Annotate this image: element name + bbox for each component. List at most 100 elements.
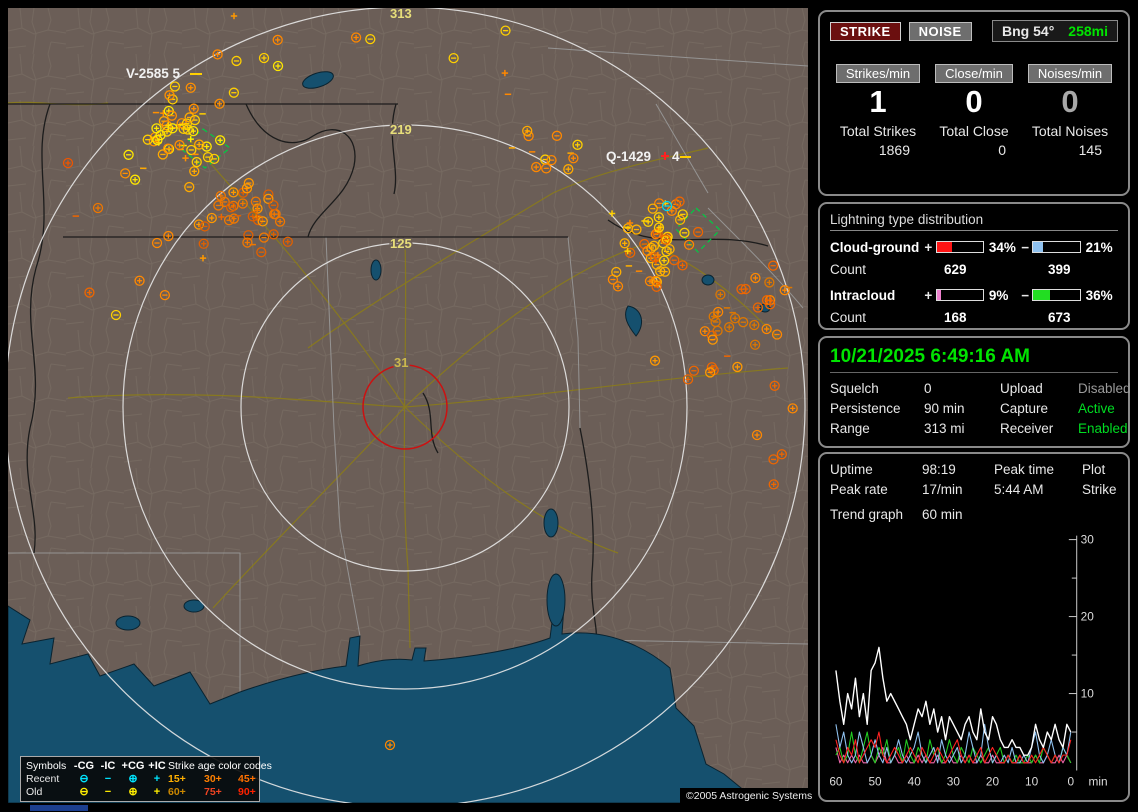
receiver-label: Receiver bbox=[1000, 421, 1078, 436]
svg-text:60: 60 bbox=[830, 774, 843, 788]
peak-time-label: Peak time bbox=[994, 462, 1082, 477]
recent-pos-cg-icon: ⊕ bbox=[120, 774, 146, 785]
old-neg-ic-icon: − bbox=[96, 787, 120, 798]
recent-neg-cg-icon: ⊖ bbox=[72, 774, 96, 785]
strike-legend: Symbols -CG -IC +CG +IC Strike age color… bbox=[20, 756, 260, 802]
svg-text:10: 10 bbox=[1025, 774, 1039, 788]
recent-neg-ic-icon: − bbox=[96, 774, 120, 785]
persistence-value: 90 min bbox=[924, 401, 1000, 416]
noise-mode-button[interactable]: NOISE bbox=[909, 22, 972, 41]
bearing-value: Bng 54° bbox=[1002, 23, 1054, 39]
plus-sign: + bbox=[924, 240, 935, 255]
plot-value: Strike bbox=[1082, 482, 1118, 497]
intracloud-label: Intracloud bbox=[830, 288, 924, 303]
copyright-label: ©2005 Astrogenic Systems bbox=[680, 788, 818, 804]
lightning-map[interactable]: 313 219 125 31 V-2585 5 Q-1429 4 Symbols… bbox=[8, 8, 808, 803]
ring-label-313: 313 bbox=[390, 8, 412, 21]
range-value: 258mi bbox=[1068, 23, 1108, 39]
age-30: 30+ bbox=[204, 774, 238, 785]
ic-positive-bar bbox=[936, 289, 984, 301]
svg-text:40: 40 bbox=[908, 774, 922, 788]
cell-label-v2585: V-2585 5 bbox=[126, 66, 181, 81]
cg-positive-count: 629 bbox=[932, 262, 1036, 277]
ic-positive-pct: 9% bbox=[984, 288, 1021, 303]
range-setting-value: 313 mi bbox=[924, 421, 1000, 436]
legend-old-label: Old bbox=[26, 787, 72, 798]
plus-sign: + bbox=[924, 288, 935, 303]
cg-positive-pct: 34% bbox=[984, 240, 1021, 255]
total-close-value: 0 bbox=[926, 142, 1022, 158]
taskbar-fragment bbox=[30, 805, 88, 811]
trend-panel: Uptime 98:19 Peak time Plot Peak rate 17… bbox=[818, 452, 1130, 802]
ic-count-label: Count bbox=[830, 310, 932, 325]
age-60: 60+ bbox=[168, 787, 204, 798]
total-noises-label: Total Noises bbox=[1022, 123, 1118, 139]
strikes-per-min-button[interactable]: Strikes/min bbox=[836, 64, 920, 83]
legend-header-pic: +IC bbox=[146, 761, 168, 772]
total-noises-value: 145 bbox=[1022, 142, 1118, 158]
ic-negative-count: 673 bbox=[1036, 310, 1071, 325]
plot-label: Plot bbox=[1082, 462, 1118, 477]
age-75: 75+ bbox=[204, 787, 238, 798]
old-neg-cg-icon: ⊖ bbox=[72, 787, 96, 798]
capture-label: Capture bbox=[1000, 401, 1078, 416]
svg-text:30: 30 bbox=[1081, 533, 1095, 547]
svg-text:10: 10 bbox=[1081, 687, 1095, 701]
noises-per-min-value: 0 bbox=[1022, 85, 1118, 119]
svg-text:50: 50 bbox=[868, 774, 882, 788]
legend-header-age: Strike age color codes bbox=[168, 761, 270, 772]
trend-graph: 10 20 30 60 50 40 30 20 10 0 min bbox=[830, 526, 1130, 794]
svg-text:30: 30 bbox=[947, 774, 961, 788]
svg-text:min: min bbox=[1089, 774, 1108, 788]
legend-recent-label: Recent bbox=[26, 774, 72, 785]
cell-label-q1429: Q-1429 bbox=[606, 149, 651, 164]
trend-graph-label: Trend graph bbox=[830, 507, 922, 522]
status-panel: 10/21/2025 6:49:16 AM Squelch 0 Upload D… bbox=[818, 336, 1130, 448]
minus-sign: − bbox=[1021, 240, 1032, 255]
legend-header-nic: -IC bbox=[96, 761, 120, 772]
ring-label-125: 125 bbox=[390, 236, 412, 251]
cg-positive-bar bbox=[936, 241, 984, 253]
range-label: Range bbox=[830, 421, 924, 436]
cg-count-label: Count bbox=[830, 262, 932, 277]
minus-sign: − bbox=[1021, 288, 1032, 303]
counters-panel: STRIKE NOISE Bng 54° 258mi Strikes/min C… bbox=[818, 10, 1130, 196]
upload-status: Disabled bbox=[1078, 381, 1131, 396]
svg-text:0: 0 bbox=[1067, 774, 1074, 788]
ic-positive-count: 168 bbox=[932, 310, 1036, 325]
peak-rate-value: 17/min bbox=[922, 482, 994, 497]
cg-negative-count: 399 bbox=[1036, 262, 1071, 277]
legend-header-symbols: Symbols bbox=[26, 761, 72, 772]
cell-label-q1429-num: 4 bbox=[672, 149, 680, 164]
total-strikes-label: Total Strikes bbox=[830, 123, 926, 139]
noises-per-min-button[interactable]: Noises/min bbox=[1028, 64, 1112, 83]
ring-label-31: 31 bbox=[394, 355, 408, 370]
app-window: { "colors": { "accent_green": "#00e400",… bbox=[0, 0, 1138, 812]
close-per-min-button[interactable]: Close/min bbox=[935, 64, 1013, 83]
total-close-label: Total Close bbox=[926, 123, 1022, 139]
uptime-label: Uptime bbox=[830, 462, 922, 477]
uptime-value: 98:19 bbox=[922, 462, 994, 477]
recent-pos-ic-icon: + bbox=[146, 774, 168, 785]
strike-mode-button[interactable]: STRIKE bbox=[830, 22, 901, 41]
receiver-status: Enabled bbox=[1078, 421, 1131, 436]
svg-text:20: 20 bbox=[986, 774, 1000, 788]
svg-text:20: 20 bbox=[1081, 610, 1095, 624]
cg-negative-pct: 21% bbox=[1081, 240, 1118, 255]
cg-negative-bar bbox=[1032, 241, 1080, 253]
old-pos-ic-icon: + bbox=[146, 787, 168, 798]
age-15: 15+ bbox=[168, 774, 204, 785]
cloud-ground-label: Cloud-ground bbox=[830, 240, 924, 255]
map-canvas[interactable]: 313 219 125 31 V-2585 5 Q-1429 4 bbox=[8, 8, 808, 803]
age-90: 90+ bbox=[238, 787, 270, 798]
close-per-min-value: 0 bbox=[926, 85, 1022, 119]
old-pos-cg-icon: ⊕ bbox=[120, 787, 146, 798]
peak-rate-label: Peak rate bbox=[830, 482, 922, 497]
persistence-label: Persistence bbox=[830, 401, 924, 416]
trend-graph-window: 60 min bbox=[922, 507, 1118, 522]
upload-label: Upload bbox=[1000, 381, 1078, 396]
distribution-title: Lightning type distribution bbox=[830, 212, 1118, 231]
legend-header-ncg: -CG bbox=[72, 761, 96, 772]
distribution-panel: Lightning type distribution Cloud-ground… bbox=[818, 202, 1130, 330]
strikes-per-min-value: 1 bbox=[830, 85, 926, 119]
